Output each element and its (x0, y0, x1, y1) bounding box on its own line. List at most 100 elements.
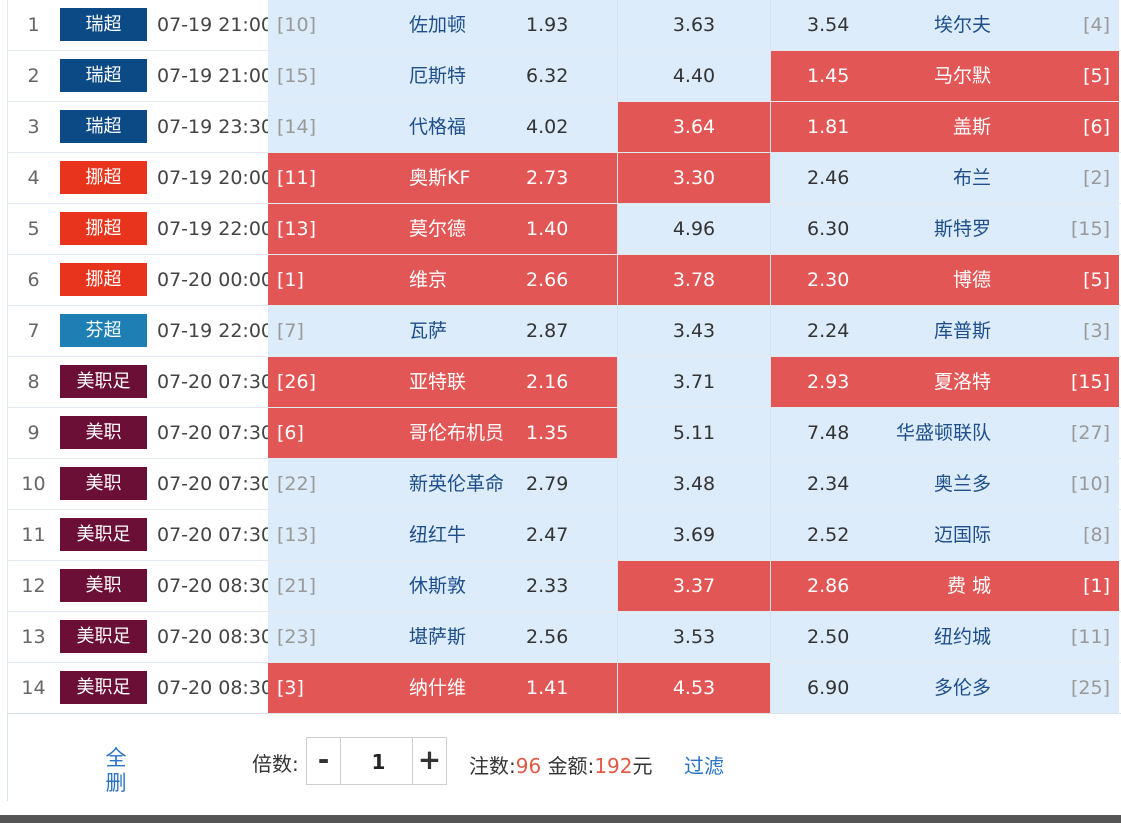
home-win-option[interactable]: [26] 亚特联 2.16 (268, 357, 617, 407)
away-team: 迈国际 (933, 524, 991, 546)
clear-all-button[interactable]: 全 删 (104, 746, 128, 796)
match-index: 8 (7, 357, 59, 407)
match-index: 12 (7, 561, 59, 611)
home-win-option[interactable]: [23] 堪萨斯 2.56 (268, 612, 617, 662)
league-badge[interactable]: 瑞超 (60, 59, 147, 92)
home-rank: [3] (277, 677, 304, 699)
league-cell: 挪超 (59, 153, 155, 203)
home-win-option[interactable]: [15] 厄斯特 6.32 (268, 51, 617, 101)
league-badge[interactable]: 美职足 (60, 671, 147, 704)
minus-button[interactable]: - (307, 738, 341, 784)
away-team: 埃尔夫 (933, 14, 991, 36)
away-win-option[interactable]: 2.86 费 城 [1] (770, 561, 1119, 611)
league-badge[interactable]: 挪超 (60, 212, 147, 245)
draw-option[interactable]: 3.63 (617, 0, 770, 50)
league-cell: 美职足 (59, 612, 155, 662)
league-badge[interactable]: 美职 (60, 467, 147, 500)
away-win-option[interactable]: 3.54 埃尔夫 [4] (770, 0, 1119, 50)
away-win-option[interactable]: 1.45 马尔默 [5] (770, 51, 1119, 101)
draw-option[interactable]: 3.37 (617, 561, 770, 611)
away-odds: 2.93 (807, 371, 850, 393)
match-time: 07-19 23:30 (155, 102, 273, 152)
draw-option[interactable]: 5.11 (617, 408, 770, 458)
league-badge[interactable]: 瑞超 (60, 8, 147, 41)
league-badge[interactable]: 美职足 (60, 620, 147, 653)
league-badge[interactable]: 美职足 (60, 365, 147, 398)
draw-option[interactable]: 3.30 (617, 153, 770, 203)
match-time: 07-19 22:00 (155, 204, 273, 254)
match-time: 07-19 22:00 (155, 306, 273, 356)
draw-option[interactable]: 3.43 (617, 306, 770, 356)
away-win-option[interactable]: 2.46 布兰 [2] (770, 153, 1119, 203)
home-odds: 4.02 (526, 116, 569, 138)
match-index: 2 (7, 51, 59, 101)
league-cell: 瑞超 (59, 0, 155, 50)
away-win-option[interactable]: 6.90 多伦多 [25] (770, 663, 1119, 713)
match-row: 12 美职 07-20 08:30 [21] 休斯敦 2.33 3.37 2.8… (7, 561, 1121, 612)
filter-link[interactable]: 过滤 (684, 750, 724, 779)
draw-option[interactable]: 3.64 (617, 102, 770, 152)
draw-option[interactable]: 4.40 (617, 51, 770, 101)
league-cell: 美职足 (59, 510, 155, 560)
match-index: 14 (7, 663, 59, 713)
home-rank: [6] (277, 422, 304, 444)
draw-option[interactable]: 4.96 (617, 204, 770, 254)
league-cell: 美职 (59, 561, 155, 611)
match-time: 07-19 20:00 (155, 153, 273, 203)
match-row: 6 挪超 07-20 00:00 [1] 维京 2.66 3.78 2.30 博… (7, 255, 1121, 306)
match-index: 4 (7, 153, 59, 203)
draw-option[interactable]: 3.69 (617, 510, 770, 560)
match-time: 07-20 08:30 (155, 663, 273, 713)
home-win-option[interactable]: [21] 休斯敦 2.33 (268, 561, 617, 611)
away-win-option[interactable]: 2.50 纽约城 [11] (770, 612, 1119, 662)
away-odds: 2.24 (807, 320, 850, 342)
away-win-option[interactable]: 6.30 斯特罗 [15] (770, 204, 1119, 254)
away-rank: [3] (1083, 320, 1110, 342)
league-badge[interactable]: 挪超 (60, 161, 147, 194)
clear-all-label-line2: 删 (105, 771, 127, 795)
home-win-option[interactable]: [14] 代格福 4.02 (268, 102, 617, 152)
home-win-option[interactable]: [10] 佐加顿 1.93 (268, 0, 617, 50)
league-badge[interactable]: 美职足 (60, 518, 147, 551)
home-odds: 2.47 (526, 524, 569, 546)
draw-option[interactable]: 3.48 (617, 459, 770, 509)
home-odds: 2.66 (526, 269, 569, 291)
league-cell: 挪超 (59, 204, 155, 254)
away-win-option[interactable]: 7.48 华盛顿联队 [27] (770, 408, 1119, 458)
away-win-option[interactable]: 2.93 夏洛特 [15] (770, 357, 1119, 407)
home-win-option[interactable]: [13] 莫尔德 1.40 (268, 204, 617, 254)
home-win-option[interactable]: [22] 新英伦革命 2.79 (268, 459, 617, 509)
home-win-option[interactable]: [11] 奥斯KF 2.73 (268, 153, 617, 203)
league-badge[interactable]: 美职 (60, 569, 147, 602)
home-win-option[interactable]: [3] 纳什维 1.41 (268, 663, 617, 713)
away-win-option[interactable]: 2.52 迈国际 [8] (770, 510, 1119, 560)
away-odds: 6.30 (807, 218, 850, 240)
league-badge[interactable]: 挪超 (60, 263, 147, 296)
match-time: 07-20 07:30 (155, 459, 273, 509)
away-rank: [15] (1070, 371, 1110, 393)
away-team: 华盛顿联队 (895, 422, 991, 444)
draw-option[interactable]: 3.53 (617, 612, 770, 662)
away-team: 多伦多 (933, 677, 991, 699)
away-win-option[interactable]: 2.30 博德 [5] (770, 255, 1119, 305)
multiplier-input[interactable] (341, 738, 416, 786)
home-win-option[interactable]: [7] 瓦萨 2.87 (268, 306, 617, 356)
draw-option[interactable]: 3.78 (617, 255, 770, 305)
league-badge[interactable]: 芬超 (60, 314, 147, 347)
match-row: 10 美职 07-20 07:30 [22] 新英伦革命 2.79 3.48 2… (7, 459, 1121, 510)
away-rank: [27] (1070, 422, 1110, 444)
away-win-option[interactable]: 2.24 库普斯 [3] (770, 306, 1119, 356)
home-win-option[interactable]: [1] 维京 2.66 (268, 255, 617, 305)
home-rank: [1] (277, 269, 304, 291)
league-badge[interactable]: 瑞超 (60, 110, 147, 143)
away-win-option[interactable]: 2.34 奥兰多 [10] (770, 459, 1119, 509)
home-win-option[interactable]: [6] 哥伦布机员 1.35 (268, 408, 617, 458)
draw-option[interactable]: 3.71 (617, 357, 770, 407)
league-badge[interactable]: 美职 (60, 416, 147, 449)
draw-option[interactable]: 4.53 (617, 663, 770, 713)
home-win-option[interactable]: [13] 纽红牛 2.47 (268, 510, 617, 560)
plus-button[interactable]: + (412, 738, 446, 784)
away-odds: 2.34 (807, 473, 850, 495)
away-team: 费 城 (946, 575, 991, 597)
away-win-option[interactable]: 1.81 盖斯 [6] (770, 102, 1119, 152)
